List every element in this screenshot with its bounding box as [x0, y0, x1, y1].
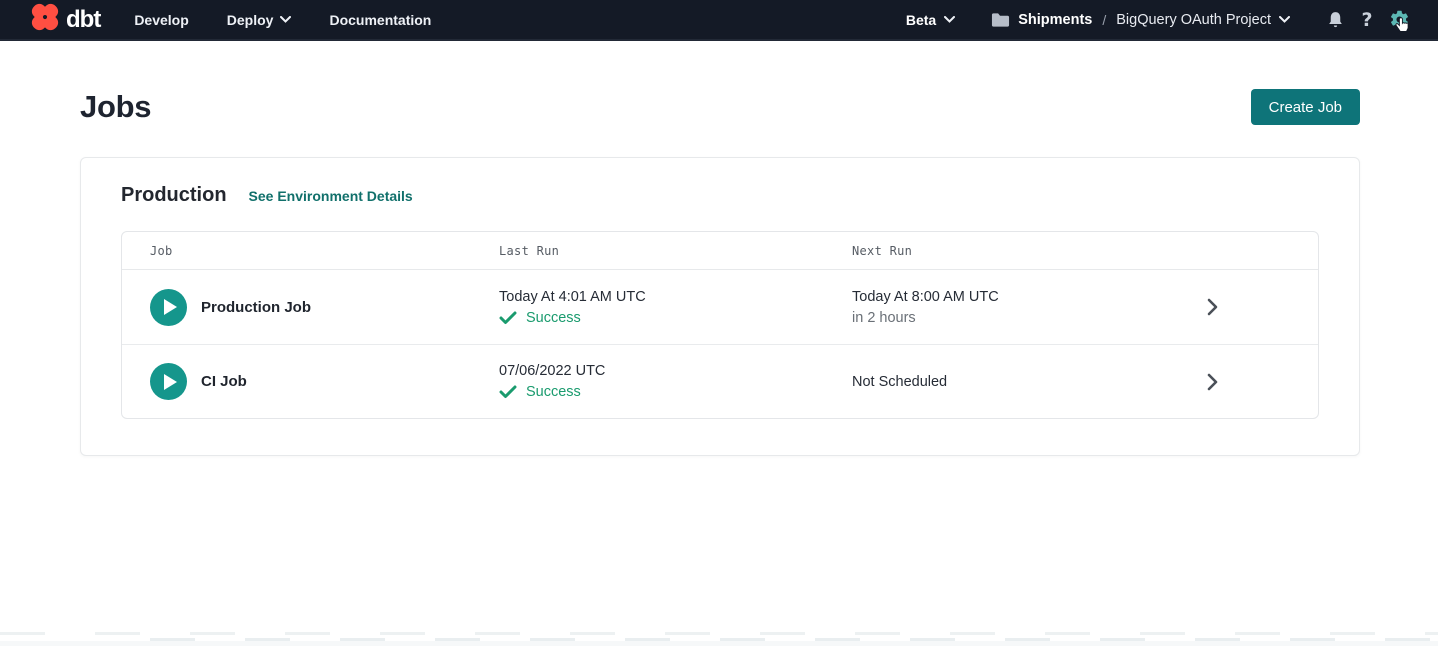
column-header-job: Job	[122, 244, 499, 258]
create-job-button[interactable]: Create Job	[1251, 89, 1360, 125]
chevron-right-icon[interactable]	[1207, 298, 1218, 316]
play-icon	[164, 299, 177, 315]
dbt-logo-icon	[30, 2, 60, 37]
success-check-icon	[499, 311, 517, 325]
bell-icon	[1326, 10, 1345, 30]
job-name: CI Job	[201, 373, 247, 390]
page-bottom-texture	[0, 631, 1438, 646]
beta-dropdown[interactable]: Beta	[906, 12, 955, 28]
nav-item-develop-label: Develop	[134, 12, 188, 28]
environment-name: Production	[121, 184, 227, 207]
page-title: Jobs	[80, 89, 151, 125]
beta-label: Beta	[906, 12, 936, 28]
next-run-time: Today At 8:00 AM UTC	[852, 289, 1172, 305]
project-name: BigQuery OAuth Project	[1116, 12, 1271, 28]
question-mark-icon: ?	[1361, 9, 1372, 31]
mouse-pointer-cursor	[1395, 17, 1409, 38]
project-picker[interactable]: Shipments / BigQuery OAuth Project	[991, 12, 1290, 28]
last-run-time: Today At 4:01 AM UTC	[499, 289, 852, 305]
project-separator: /	[1100, 12, 1108, 28]
chevron-down-icon	[944, 16, 955, 23]
next-run-time: Not Scheduled	[852, 374, 1172, 390]
job-name: Production Job	[201, 299, 311, 316]
jobs-table-header: Job Last Run Next Run	[122, 232, 1318, 270]
run-job-play-button[interactable]	[150, 289, 187, 326]
play-icon	[164, 374, 177, 390]
help-button[interactable]: ?	[1354, 7, 1380, 33]
column-header-last-run: Last Run	[499, 244, 852, 258]
column-header-next-run: Next Run	[852, 244, 1172, 258]
chevron-down-icon	[1279, 16, 1290, 23]
project-folder-name: Shipments	[1018, 12, 1092, 28]
last-run-status: Success	[526, 310, 581, 326]
dbt-logo-text: dbt	[66, 6, 100, 34]
success-check-icon	[499, 385, 517, 399]
nav-item-deploy-label: Deploy	[227, 12, 274, 28]
see-environment-details-link[interactable]: See Environment Details	[249, 188, 413, 204]
dbt-logo[interactable]: dbt	[30, 2, 100, 37]
chevron-right-icon[interactable]	[1207, 373, 1218, 391]
nav-item-documentation[interactable]: Documentation	[329, 12, 431, 28]
run-job-play-button[interactable]	[150, 363, 187, 400]
job-row-ci-job[interactable]: CI Job 07/06/2022 UTC Success Not Schedu…	[122, 344, 1318, 418]
page-header: Jobs Create Job	[0, 41, 1438, 125]
last-run-status: Success	[526, 384, 581, 400]
nav-item-documentation-label: Documentation	[329, 12, 431, 28]
nav-item-develop[interactable]: Develop	[134, 12, 188, 28]
nav-item-deploy[interactable]: Deploy	[227, 12, 292, 28]
environment-card: Production See Environment Details Job L…	[80, 157, 1360, 456]
last-run-time: 07/06/2022 UTC	[499, 363, 852, 379]
job-row-production-job[interactable]: Production Job Today At 4:01 AM UTC Succ…	[122, 270, 1318, 344]
jobs-table: Job Last Run Next Run Production Job Tod…	[121, 231, 1319, 419]
chevron-down-icon	[280, 16, 291, 23]
notifications-button[interactable]	[1322, 7, 1348, 33]
folder-icon	[991, 12, 1010, 28]
settings-button[interactable]	[1386, 7, 1412, 33]
next-run-relative: in 2 hours	[852, 310, 1172, 326]
top-nav: dbt Develop Deploy Documentation Beta Sh…	[0, 0, 1438, 41]
